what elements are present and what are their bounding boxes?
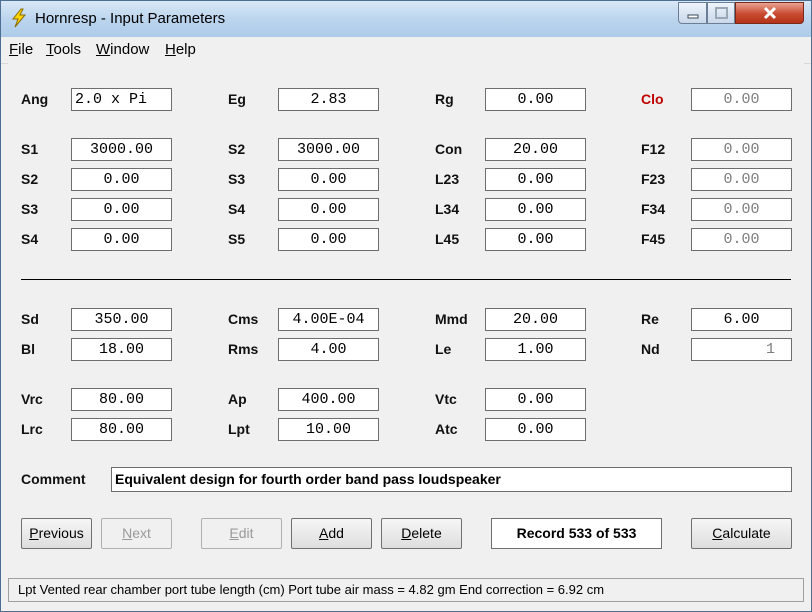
field-atc[interactable]: 0.00 xyxy=(485,418,586,441)
menu-file[interactable]: File xyxy=(9,41,33,58)
menu-help[interactable]: Help xyxy=(165,41,196,58)
input-parameters-panel: Ang 2.0 x Pi Eg 2.83 Rg 0.00 Clo 0.00 S1… xyxy=(8,63,804,575)
menu-bar: File Tools Window Help xyxy=(1,37,811,64)
field-le[interactable]: 1.00 xyxy=(485,338,586,361)
field-s2-col2[interactable]: 3000.00 xyxy=(278,138,379,161)
maximize-icon xyxy=(715,7,728,19)
app-window: Hornresp - Input Parameters File Tools W… xyxy=(0,0,812,612)
add-button[interactable]: Add xyxy=(291,518,372,549)
delete-button[interactable]: Delete xyxy=(381,518,462,549)
label-mmd: Mmd xyxy=(435,311,468,327)
minimize-button[interactable] xyxy=(678,2,707,24)
label-vrc: Vrc xyxy=(21,391,43,407)
field-re[interactable]: 6.00 xyxy=(691,308,792,331)
lightning-bolt-icon xyxy=(11,8,27,28)
close-button[interactable] xyxy=(735,2,804,24)
previous-button[interactable]: Previous xyxy=(21,518,92,549)
window-title: Hornresp - Input Parameters xyxy=(35,10,226,27)
field-clo[interactable]: 0.00 xyxy=(691,88,792,111)
label-atc: Atc xyxy=(435,421,458,437)
label-l23: L23 xyxy=(435,171,460,187)
field-rms[interactable]: 4.00 xyxy=(278,338,379,361)
label-s3-col2: S3 xyxy=(228,171,246,187)
field-lrc[interactable]: 80.00 xyxy=(71,418,172,441)
field-s4-col2[interactable]: 0.00 xyxy=(278,198,379,221)
label-cms: Cms xyxy=(228,311,259,327)
label-re: Re xyxy=(641,311,659,327)
label-s1: S1 xyxy=(21,141,39,157)
field-l45[interactable]: 0.00 xyxy=(485,228,586,251)
field-l23[interactable]: 0.00 xyxy=(485,168,586,191)
close-icon xyxy=(763,6,777,20)
field-mmd[interactable]: 20.00 xyxy=(485,308,586,331)
maximize-button[interactable] xyxy=(707,2,735,24)
label-l45: L45 xyxy=(435,231,460,247)
label-ang: Ang xyxy=(21,91,49,107)
label-s4: S4 xyxy=(21,231,39,247)
label-f45: F45 xyxy=(641,231,666,247)
label-le: Le xyxy=(435,341,452,357)
label-f34: F34 xyxy=(641,201,666,217)
field-eg[interactable]: 2.83 xyxy=(278,88,379,111)
label-s5: S5 xyxy=(228,231,246,247)
field-s5[interactable]: 0.00 xyxy=(278,228,379,251)
minimize-icon xyxy=(687,14,699,19)
label-f23: F23 xyxy=(641,171,666,187)
field-l34[interactable]: 0.00 xyxy=(485,198,586,221)
label-l34: L34 xyxy=(435,201,460,217)
field-s1[interactable]: 3000.00 xyxy=(71,138,172,161)
field-nd[interactable]: 1 xyxy=(691,338,792,361)
field-f45[interactable]: 0.00 xyxy=(691,228,792,251)
field-ang[interactable]: 2.0 x Pi xyxy=(71,88,172,111)
label-ap: Ap xyxy=(228,391,247,407)
status-bar: Lpt Vented rear chamber port tube length… xyxy=(8,578,804,602)
field-cms[interactable]: 4.00E-04 xyxy=(278,308,379,331)
field-f12[interactable]: 0.00 xyxy=(691,138,792,161)
label-con: Con xyxy=(435,141,463,157)
field-s2[interactable]: 0.00 xyxy=(71,168,172,191)
field-f34[interactable]: 0.00 xyxy=(691,198,792,221)
title-bar[interactable]: Hornresp - Input Parameters xyxy=(1,1,811,37)
record-indicator: Record 533 of 533 xyxy=(491,518,662,549)
field-bl[interactable]: 18.00 xyxy=(71,338,172,361)
label-rg: Rg xyxy=(435,91,454,107)
label-s4-col2: S4 xyxy=(228,201,246,217)
label-comment: Comment xyxy=(21,471,86,487)
menu-window[interactable]: Window xyxy=(96,41,149,58)
field-con[interactable]: 20.00 xyxy=(485,138,586,161)
field-s3[interactable]: 0.00 xyxy=(71,198,172,221)
field-sd[interactable]: 350.00 xyxy=(71,308,172,331)
label-nd: Nd xyxy=(641,341,660,357)
field-f23[interactable]: 0.00 xyxy=(691,168,792,191)
label-lpt: Lpt xyxy=(228,421,250,437)
label-sd: Sd xyxy=(21,311,39,327)
next-button[interactable]: Next xyxy=(101,518,172,549)
edit-button[interactable]: Edit xyxy=(201,518,282,549)
label-bl: Bl xyxy=(21,341,35,357)
comment-field[interactable]: Equivalent design for fourth order band … xyxy=(111,467,792,492)
label-rms: Rms xyxy=(228,341,259,357)
field-s3-col2[interactable]: 0.00 xyxy=(278,168,379,191)
field-s4[interactable]: 0.00 xyxy=(71,228,172,251)
label-clo: Clo xyxy=(641,91,664,107)
field-vtc[interactable]: 0.00 xyxy=(485,388,586,411)
calculate-button[interactable]: Calculate xyxy=(691,518,792,549)
section-divider xyxy=(21,279,791,280)
label-s3: S3 xyxy=(21,201,39,217)
label-s2: S2 xyxy=(21,171,39,187)
field-ap[interactable]: 400.00 xyxy=(278,388,379,411)
label-vtc: Vtc xyxy=(435,391,457,407)
label-f12: F12 xyxy=(641,141,666,157)
menu-tools[interactable]: Tools xyxy=(46,41,81,58)
field-lpt[interactable]: 10.00 xyxy=(278,418,379,441)
field-vrc[interactable]: 80.00 xyxy=(71,388,172,411)
label-s2-col2: S2 xyxy=(228,141,246,157)
label-lrc: Lrc xyxy=(21,421,43,437)
field-rg[interactable]: 0.00 xyxy=(485,88,586,111)
label-eg: Eg xyxy=(228,91,246,107)
